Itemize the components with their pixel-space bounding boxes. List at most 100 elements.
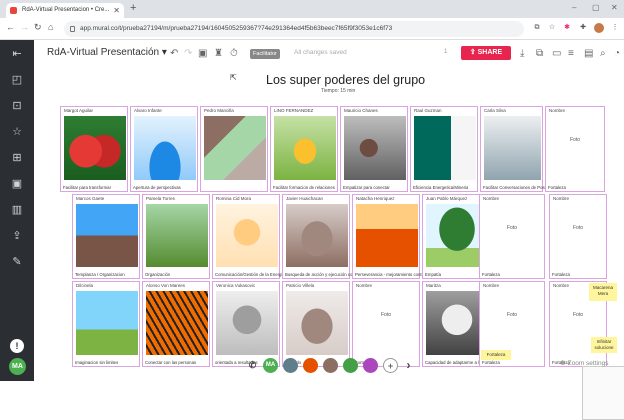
bookmark-star-icon[interactable]: ☆: [547, 23, 557, 33]
participant-card[interactable]: Pedro Mancilla: [200, 106, 268, 192]
participant-avatar[interactable]: [343, 358, 358, 373]
participant-name: Alonso Von Marees: [146, 283, 186, 288]
minimap[interactable]: [582, 366, 624, 420]
butterfly-image: [64, 116, 126, 180]
forward-arrow-icon[interactable]: →: [20, 22, 29, 32]
collapse-sidebar-icon[interactable]: ⇤: [9, 46, 25, 62]
participant-card[interactable]: Veronica Vukasovic orientada a resultados: [212, 281, 280, 367]
participant-avatar[interactable]: MA: [263, 358, 278, 373]
image-icon[interactable]: ▣: [9, 176, 25, 192]
participant-card[interactable]: Marcos Gaete Templanza / Organizacion: [72, 194, 140, 279]
strength-label: Fortaleza: [482, 360, 500, 365]
home-icon[interactable]: ⌂: [48, 22, 53, 32]
field-image: [146, 204, 208, 267]
upload-icon[interactable]: ⇪: [9, 228, 25, 244]
participant-card[interactable]: Javier Huaichacan Busqueda de acción y ej…: [282, 194, 369, 279]
participant-name: Nombre: [483, 283, 500, 288]
participant-name: Juan Pablo Márquez: [426, 196, 468, 201]
activity-icon[interactable]: ⧉: [536, 48, 543, 59]
participant-card[interactable]: Natacha Henriquez Perseverancia - mejoram…: [352, 194, 430, 279]
participant-card[interactable]: Dilcinela Imaginacion sin limites: [72, 281, 140, 367]
participant-name: Nombre: [549, 108, 566, 113]
participant-avatar[interactable]: [303, 358, 318, 373]
sticky-note-icon[interactable]: ◰: [9, 72, 25, 88]
collage-image: [204, 116, 266, 180]
participant-card[interactable]: Alvaro Infante Apertura de perspectivas: [130, 106, 198, 192]
maximize-button[interactable]: ▢: [592, 3, 600, 12]
export-icon[interactable]: ⤓: [520, 48, 524, 59]
participant-card[interactable]: Alonso Von Marees Conectar con las person…: [142, 281, 210, 367]
close-window-button[interactable]: ✕: [611, 3, 618, 12]
undo-icon[interactable]: ↶: [170, 48, 178, 59]
facilitator-badge[interactable]: Facilitator: [250, 49, 280, 59]
more-participants-button[interactable]: +: [383, 358, 398, 373]
extension-icon[interactable]: ✱: [562, 23, 572, 33]
share-button[interactable]: ⇪ SHARE: [461, 46, 511, 60]
strength-label: Templanza / Organizacion: [75, 272, 125, 277]
more-icon[interactable]: ◔: [614, 48, 620, 59]
participant-avatar[interactable]: [283, 358, 298, 373]
participant-card[interactable]: Margot Aguilar Facilitar para transformar: [60, 106, 128, 192]
phone-icon[interactable]: ✆: [245, 358, 260, 373]
draw-pencil-icon[interactable]: ✎: [9, 254, 25, 270]
mural-title[interactable]: RdA-Virtual Presentación ▾: [47, 47, 167, 58]
participant-card[interactable]: Pamela Torres Organización: [142, 194, 210, 279]
participant-card[interactable]: NombreFotoFortaleza: [479, 194, 545, 279]
freedom-image: [76, 291, 138, 355]
participant-card[interactable]: Mauricio Chanes Empatizar para conectar: [340, 106, 408, 192]
library-icon[interactable]: ▥: [9, 202, 25, 218]
sticky-note[interactable]: Fortaleza: [481, 350, 511, 360]
outline-icon[interactable]: ▣: [198, 48, 207, 59]
participant-card[interactable]: Raul Guzman Eficiencia Energetica/Mineria: [410, 106, 478, 192]
participant-name: Pedro Mancilla: [204, 108, 234, 113]
strength-label: Apertura de perspectivas: [133, 185, 181, 190]
text-icon[interactable]: ⊡: [9, 98, 25, 114]
zoom-settings[interactable]: ⚙ Zoom settings: [560, 359, 608, 367]
reload-icon[interactable]: ↻: [34, 22, 42, 33]
participant-card[interactable]: LINO FERNANDEZ Facilitar formacion de rel…: [270, 106, 338, 192]
minimize-button[interactable]: –: [572, 3, 576, 12]
browser-tab[interactable]: RdA-Virtual Presentacion • Cre... ✕: [6, 3, 124, 18]
participant-avatar[interactable]: [363, 358, 378, 373]
lock-icon: [70, 26, 75, 32]
participant-card[interactable]: NombreFotoFortaleza: [545, 106, 605, 192]
frameworks-icon[interactable]: ⊞: [9, 150, 25, 166]
new-tab-button[interactable]: +: [130, 2, 136, 14]
url-field[interactable]: app.mural.co/t/prueba27194/m/prueba27194…: [64, 21, 524, 37]
timer-icon[interactable]: ⏱: [230, 48, 238, 59]
user-avatar[interactable]: MA: [9, 358, 26, 375]
board-subtitle[interactable]: Tiempo: 15 min: [321, 88, 355, 94]
browser-menu-icon[interactable]: ⋮: [610, 23, 620, 33]
tab-close-icon[interactable]: ✕: [113, 3, 120, 18]
sticky-note[interactable]: Infinitar solucione: [591, 337, 617, 353]
shapes-icon[interactable]: ☆: [9, 124, 25, 140]
settings-icon[interactable]: ≡: [568, 48, 574, 59]
participant-card[interactable]: Carla Silva Facilitar Conversaciones de P…: [480, 106, 563, 192]
participant-card[interactable]: Patricio VillelaCuidado: [282, 281, 350, 367]
bee-image: [274, 116, 336, 180]
bird-image: [344, 116, 406, 180]
redo-icon[interactable]: ↷: [184, 48, 192, 59]
participant-name: Carla Silva: [484, 108, 506, 113]
participant-card[interactable]: NombreFotoFortaleza: [549, 194, 607, 279]
participant-card[interactable]: NombreFotoFortaleza: [352, 281, 420, 367]
participant-name: Mauricio Chanes: [344, 108, 378, 113]
translate-icon[interactable]: ⧉: [532, 23, 542, 33]
sticky-note[interactable]: Macarena Mera: [589, 283, 617, 301]
voting-icon[interactable]: ♜: [214, 48, 223, 59]
search-icon[interactable]: ⌕: [600, 48, 606, 59]
profile-avatar-icon[interactable]: [594, 23, 604, 33]
puzzle-icon[interactable]: ✚: [578, 23, 588, 33]
participant-card[interactable]: Romina Cid Mora Comunicación/Gestión de l…: [212, 194, 309, 279]
comments-icon[interactable]: ▭: [552, 48, 561, 59]
summary-icon[interactable]: ▤: [584, 48, 593, 59]
mural-canvas[interactable]: ⇱ Los super poderes del grupo Tiempo: 15…: [34, 68, 624, 420]
help-icon[interactable]: !: [10, 339, 24, 353]
participant-name: Nombre: [553, 196, 570, 201]
strength-label: Empatizar para conectar: [343, 185, 390, 190]
strength-label: Facilitar formacion de relaciones: [273, 185, 335, 190]
next-arrow-icon[interactable]: ›: [401, 358, 416, 373]
back-arrow-icon[interactable]: ←: [6, 22, 15, 32]
board-title[interactable]: Los super poderes del grupo: [266, 73, 425, 87]
participant-avatar[interactable]: [323, 358, 338, 373]
